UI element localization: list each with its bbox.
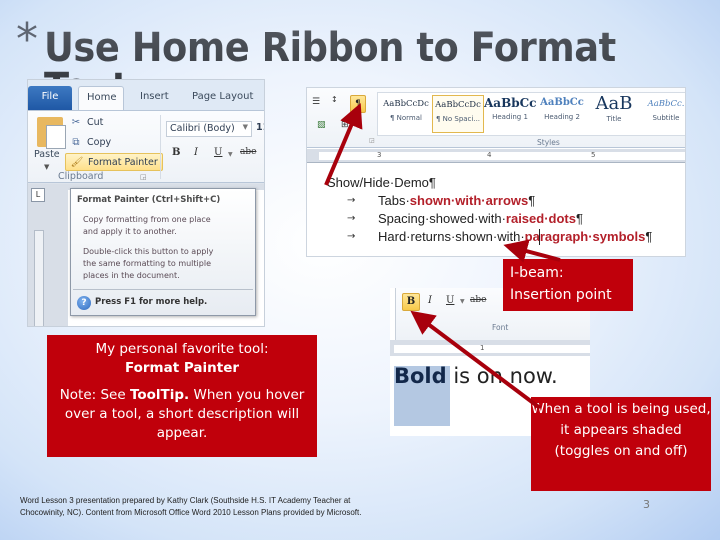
clipboard-group-label: Clipboard [58,171,104,182]
copy-icon: ⧉ [72,136,80,148]
underline-dropdown-icon[interactable]: ▼ [228,151,233,158]
paste-button[interactable]: Paste [34,149,60,160]
document-line[interactable]: Tabs·shown·with·arrows¶ [378,193,535,208]
tab-arrow-icon: → [347,195,356,206]
home-ribbon: Paste ▼ ✂ Cut ⧉ Copy 🖌 Format Painter Cl… [28,110,264,183]
style-sample: AaBbCcDc [383,99,429,109]
title-bullet: * [16,14,38,65]
cut-button[interactable]: ✂ Cut [65,113,107,131]
style-name: Heading 1 [492,113,528,121]
show-hide-button[interactable]: ¶ [350,95,366,113]
tooltip-text: places in the document. [83,271,180,280]
font-name-value: Calibri (Body) [170,123,235,134]
style-title[interactable]: AaB Title [588,93,640,133]
tab-arrow-icon: → [347,231,356,242]
ibeam-callout: I-beam: Insertion point [503,259,633,311]
format-painter-label: Format Painter [88,156,158,168]
style-name: Heading 2 [544,113,580,121]
clipboard-dialog-launcher-icon[interactable]: ◲ [140,173,147,181]
insertion-point-cursor [539,229,540,245]
style-sample: AaBbCcDc [435,100,481,110]
favorite-tool-callout: My personal favorite tool: Format Painte… [47,335,317,457]
styles-gallery: AaBbCcDc ¶ Normal AaBbCcDc ¶ No Spaci...… [377,92,685,136]
underline-button[interactable]: U [214,147,222,158]
tab-insert[interactable]: Insert [132,86,177,110]
underline-button[interactable]: U [446,295,454,306]
tooltip-help-text: Press F1 for more help. [95,297,208,307]
ruler-number: 4 [487,151,492,159]
bold-button[interactable]: B [172,147,180,158]
copy-label: Copy [87,136,112,148]
style-normal[interactable]: AaBbCcDc ¶ Normal [380,95,432,133]
underline-dropdown-icon[interactable]: ▼ [460,298,465,305]
ruler-number: 3 [377,151,382,159]
style-heading-1[interactable]: AaBbCc Heading 1 [484,95,536,133]
show-hide-screenshot: ☰ ↕ ¶ ▧ ⊞ ◲ AaBbCcDc ¶ Normal AaBbCcDc ¶… [306,87,686,257]
paintbrush-icon: 🖌 [70,156,84,168]
copy-button[interactable]: ⧉ Copy [65,133,115,151]
font-group-label: Font [492,323,509,332]
help-icon: ? [77,296,91,310]
paste-dropdown-icon[interactable]: ▼ [44,163,49,171]
style-name: ¶ No Spaci... [435,115,481,123]
format-painter-tooltip: Format Painter (Ctrl+Shift+C) Copy forma… [70,188,256,316]
page-number: 3 [643,498,650,511]
sort-icon[interactable]: ↕ [331,95,338,104]
clipboard-ribbon-screenshot: File Home Insert Page Layout Paste ▼ ✂ C… [27,79,265,327]
group-divider [160,115,161,179]
tool-shaded-callout: When a tool is being used, it appears sh… [531,397,711,491]
indent-icon[interactable]: ☰ [312,97,320,107]
font-name-select[interactable]: Calibri (Body) ▼ [166,121,252,137]
styles-group-label: Styles [537,138,560,147]
document-text[interactable]: Bold is on now. [394,364,558,388]
tab-arrow-icon: → [347,213,356,224]
borders-icon[interactable]: ⊞ [341,120,349,130]
tab-file[interactable]: File [28,86,72,110]
style-no-spacing[interactable]: AaBbCcDc ¶ No Spaci... [432,95,484,133]
strikethrough-button[interactable]: abe [470,295,486,305]
ruler-number: 1 [480,344,485,352]
font-size-select[interactable]: 11 [254,121,264,137]
style-heading-2[interactable]: AaBbCc Heading 2 [536,95,588,133]
paragraph-dialog-launcher-icon[interactable]: ◲ [369,137,375,144]
tooltip-text: the same formatting to multiple [83,259,211,268]
document-heading[interactable]: Show/Hide·Demo¶ [327,175,436,190]
style-sample: AaBbCc [484,96,536,110]
italic-button[interactable]: I [428,295,432,306]
ruler-number: 5 [591,151,596,159]
scissors-icon: ✂ [71,116,81,128]
tooltip-text: and apply it to another. [83,227,177,236]
ribbon-tab-bar: File Home Insert Page Layout [28,80,264,110]
format-painter-button[interactable]: 🖌 Format Painter [65,153,163,171]
tooltip-text: Copy formatting from one place [83,215,211,224]
bold-button-active[interactable]: B [402,293,420,311]
cut-label: Cut [87,116,104,128]
tab-home[interactable]: Home [78,86,124,110]
paste-icon[interactable] [37,117,66,149]
strikethrough-button[interactable]: abe [240,147,256,157]
slide-footer: Word Lesson 3 presentation prepared by K… [20,496,362,517]
style-sample: AaBbCc. [647,99,685,109]
italic-button[interactable]: I [194,147,198,158]
shading-icon[interactable]: ▧ [317,120,326,130]
vertical-ruler [34,230,44,326]
style-sample: AaB [595,93,633,114]
horizontal-ruler: 1 [390,340,590,356]
tooltip-text: Double-click this button to apply [83,247,214,256]
document-line[interactable]: Hard·returns·shown·with·paragraph·symbol… [378,229,652,244]
style-name: Subtitle [652,114,680,122]
styles-ribbon: ☰ ↕ ¶ ▧ ⊞ ◲ AaBbCcDc ¶ Normal AaBbCcDc ¶… [307,88,685,148]
horizontal-ruler: 3 4 5 [307,149,685,163]
tab-page-layout[interactable]: Page Layout [184,86,261,110]
tooltip-divider [73,289,253,290]
style-subtitle[interactable]: AaBbCc. Subtitle [640,95,685,133]
style-sample: AaBbCc [540,97,584,108]
tab-selector-button[interactable]: L [31,188,45,202]
document-line[interactable]: Spacing·showed·with·raised·dots¶ [378,211,583,226]
tooltip-title: Format Painter (Ctrl+Shift+C) [77,195,221,205]
style-name: Title [606,115,622,123]
style-name: ¶ Normal [389,114,422,122]
chevron-down-icon: ▼ [242,123,248,131]
